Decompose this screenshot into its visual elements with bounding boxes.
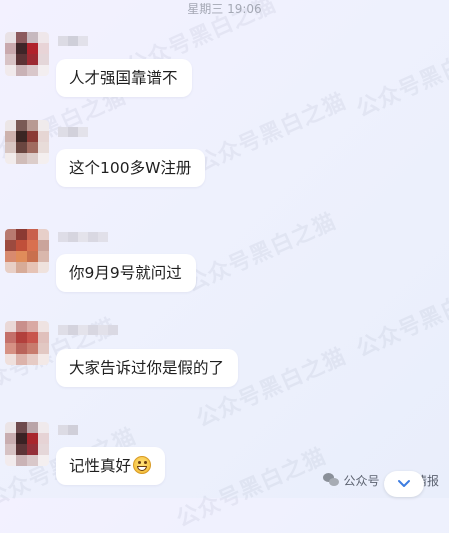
message-bubble[interactable]: 你9月9号就问过 [56, 254, 196, 292]
scroll-to-bottom-button[interactable] [384, 471, 424, 497]
avatar[interactable] [5, 32, 49, 76]
watermark: 公众号黑白之猫 [182, 209, 341, 298]
chevron-down-icon [398, 480, 410, 487]
avatar[interactable] [5, 229, 49, 273]
avatar[interactable] [5, 422, 49, 466]
watermark: 公众号黑白之猫 [172, 444, 331, 533]
wechat-icon [322, 473, 339, 487]
grinning-face-icon [133, 456, 152, 474]
watermark: 公众号黑白之猫 [192, 89, 351, 178]
avatar[interactable] [5, 120, 49, 164]
watermark: 公众号黑白之猫 [352, 274, 449, 363]
sender-name-blurred [58, 425, 78, 435]
sender-name-blurred [58, 127, 88, 137]
message-bubble[interactable]: 大家告诉过你是假的了 [56, 349, 239, 387]
message-text: 记性真好 [69, 457, 132, 475]
sender-name-blurred [58, 232, 108, 242]
sender-name-blurred [58, 36, 88, 46]
message-bubble[interactable]: 人才强国靠谱不 [56, 59, 192, 97]
watermark: 公众号黑白之猫 [352, 34, 449, 123]
message-bubble[interactable]: 这个100多W注册 [56, 149, 206, 187]
avatar[interactable] [5, 321, 49, 365]
sender-name-blurred [58, 325, 118, 335]
message-bubble[interactable]: 记性真好 [56, 447, 166, 485]
chat-timestamp: 星期三 19:06 [187, 2, 262, 16]
